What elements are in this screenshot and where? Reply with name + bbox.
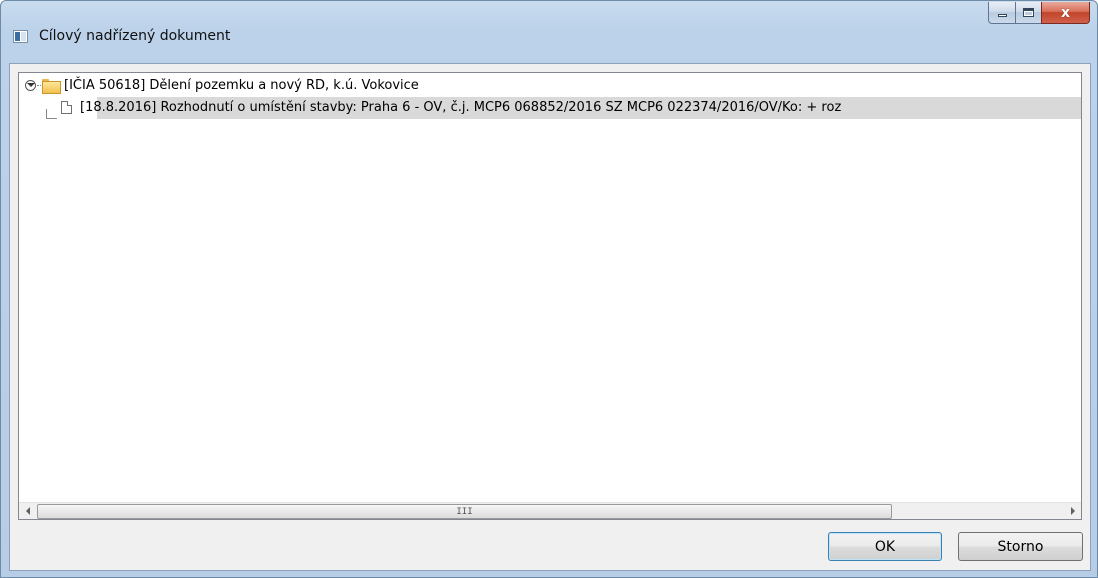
horizontal-scrollbar[interactable]: III (19, 502, 1081, 519)
arrow-right-icon (1070, 507, 1075, 515)
caption-buttons: x (988, 2, 1090, 24)
tree-item-parent[interactable]: [IČIA 50618] Dělení pozemku a nový RD, k… (25, 75, 419, 96)
maximize-icon (1023, 8, 1034, 17)
collapse-toggle-icon[interactable] (25, 80, 36, 91)
scroll-right-button[interactable] (1064, 503, 1081, 519)
tree-item-label: [18.8.2016] Rozhodnutí o umístění stavby… (80, 100, 842, 115)
tree-connector-line (46, 109, 57, 119)
document-icon (61, 101, 72, 114)
arrow-left-icon (25, 507, 30, 515)
scrollbar-thumb[interactable]: III (37, 504, 892, 519)
title-bar[interactable]: Cílový nadřízený dokument x (1, 1, 1097, 63)
document-tree[interactable]: [IČIA 50618] Dělení pozemku a nový RD, k… (18, 72, 1082, 520)
window-icon (13, 30, 28, 43)
window-title: Cílový nadřízený dokument (39, 28, 231, 44)
minimize-icon (997, 14, 1007, 17)
minimize-button[interactable] (988, 2, 1015, 24)
tree-line (37, 85, 41, 86)
scroll-left-button[interactable] (19, 503, 36, 519)
ok-button[interactable]: OK (828, 532, 942, 561)
folder-icon (42, 79, 61, 94)
maximize-button[interactable] (1015, 2, 1041, 24)
cancel-button[interactable]: Storno (958, 532, 1083, 561)
dialog-client-area: [IČIA 50618] Dělení pozemku a nový RD, k… (9, 63, 1091, 571)
tree-item-label: [IČIA 50618] Dělení pozemku a nový RD, k… (64, 78, 419, 93)
dialog-window: Cílový nadřízený dokument x [IČIA 50618]… (0, 0, 1098, 578)
close-button[interactable]: x (1041, 2, 1090, 24)
close-icon: x (1060, 4, 1071, 21)
tree-item-child[interactable]: [18.8.2016] Rozhodnutí o umístění stavby… (61, 97, 841, 118)
grip-icon: III (456, 506, 473, 517)
